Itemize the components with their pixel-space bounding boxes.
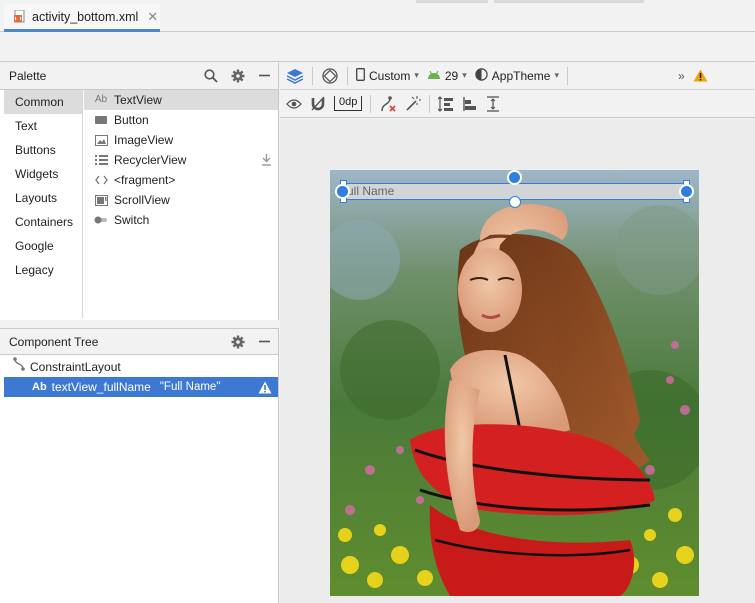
phone-icon bbox=[356, 67, 365, 84]
orientation-icon[interactable] bbox=[317, 65, 343, 87]
constraint-handle-bottom[interactable] bbox=[509, 196, 521, 208]
palette-item-label: Switch bbox=[114, 213, 150, 227]
tree-item-label: ConstraintLayout bbox=[30, 360, 121, 374]
background-photo bbox=[330, 170, 699, 596]
constraint-toolbar: 0dp bbox=[280, 90, 755, 118]
magnet-icon[interactable] bbox=[306, 93, 330, 115]
api-label: 29 bbox=[444, 68, 459, 83]
overflow-button[interactable]: » bbox=[674, 65, 689, 87]
constraint-handle-right[interactable] bbox=[679, 184, 694, 199]
textview-icon: Ab bbox=[32, 381, 47, 393]
palette-category-google[interactable]: Google bbox=[4, 234, 82, 258]
palette-item-label: <fragment> bbox=[114, 173, 176, 187]
palette-item-label: ScrollView bbox=[114, 193, 170, 207]
layers-icon[interactable] bbox=[282, 65, 308, 87]
dimension-label: 16 bbox=[608, 172, 620, 183]
palette-item-label: TextView bbox=[114, 93, 162, 107]
pack-icon[interactable] bbox=[434, 93, 458, 115]
toolbar-separator bbox=[567, 66, 568, 85]
palette-item-label: ImageView bbox=[114, 133, 174, 147]
design-toolbar: Custom ▾ 29 ▾ AppTheme ▾ » bbox=[280, 62, 755, 90]
palette-item-fragment[interactable]: <fragment> bbox=[84, 170, 278, 190]
constraint-layout-icon bbox=[12, 357, 26, 377]
toolbar-separator bbox=[429, 94, 431, 113]
component-tree-panel: ConstraintLayout Ab textView_fullName "F… bbox=[0, 355, 279, 603]
scrollview-icon bbox=[94, 194, 108, 206]
palette-item-scrollview[interactable]: ScrollView bbox=[84, 190, 278, 210]
device-label: Custom bbox=[369, 68, 411, 83]
minimize-icon[interactable] bbox=[257, 68, 272, 83]
switch-icon bbox=[94, 214, 108, 226]
palette-item-textview[interactable]: Ab TextView bbox=[84, 90, 278, 110]
constraint-handle-top[interactable] bbox=[507, 170, 522, 185]
clear-constraints-icon[interactable] bbox=[375, 93, 401, 115]
component-tree-header: Component Tree bbox=[0, 328, 279, 355]
theme-icon bbox=[475, 67, 488, 84]
image-icon bbox=[94, 134, 108, 146]
search-icon[interactable] bbox=[203, 68, 218, 83]
default-margin-field[interactable]: 0dp bbox=[330, 93, 366, 115]
palette-item-imageview[interactable]: ImageView bbox=[84, 130, 278, 150]
margin-value: 0dp bbox=[334, 96, 363, 111]
editor-mode-bar bbox=[0, 32, 755, 62]
tab-label: activity_bottom.xml bbox=[32, 9, 139, 24]
align-icon[interactable] bbox=[458, 93, 482, 115]
tree-item-textview-fullname[interactable]: Ab textView_fullName "Full Name" bbox=[4, 377, 278, 397]
toolbar-separator bbox=[312, 66, 313, 85]
xml-file-icon bbox=[14, 9, 27, 24]
palette-item-recyclerview[interactable]: RecyclerView bbox=[84, 150, 278, 170]
device-preview[interactable]: ull Name 16 bbox=[330, 170, 699, 596]
guidelines-icon[interactable] bbox=[482, 93, 504, 115]
chevron-down-icon: ▾ bbox=[462, 70, 467, 80]
constraint-handle-left[interactable] bbox=[335, 184, 350, 199]
chevron-down-icon: ▾ bbox=[414, 70, 419, 80]
toolbar-separator bbox=[370, 94, 372, 113]
palette-item-switch[interactable]: Switch bbox=[84, 210, 278, 230]
button-icon bbox=[94, 114, 108, 126]
design-canvas[interactable]: ull Name 16 bbox=[280, 119, 755, 603]
chevron-down-icon: ▾ bbox=[554, 70, 559, 80]
palette-title: Palette bbox=[9, 68, 47, 83]
minimize-icon[interactable] bbox=[257, 334, 272, 349]
palette-category-buttons[interactable]: Buttons bbox=[4, 138, 82, 162]
palette-category-text[interactable]: Text bbox=[4, 114, 82, 138]
tree-item-id: textView_fullName bbox=[51, 380, 151, 394]
warning-icon[interactable] bbox=[689, 65, 712, 87]
palette-panel: Common Text Buttons Widgets Layouts Cont… bbox=[0, 90, 279, 320]
api-level-dropdown[interactable]: 29 ▾ bbox=[423, 65, 471, 87]
toolbar-separator bbox=[347, 66, 348, 85]
tab-activity-bottom[interactable]: activity_bottom.xml ✕ bbox=[4, 4, 160, 32]
palette-category-legacy[interactable]: Legacy bbox=[4, 258, 82, 282]
palette-category-widgets[interactable]: Widgets bbox=[4, 162, 82, 186]
palette-category-layouts[interactable]: Layouts bbox=[4, 186, 82, 210]
android-icon bbox=[427, 69, 441, 83]
textview-icon: Ab bbox=[94, 94, 108, 105]
theme-label: AppTheme bbox=[491, 68, 551, 83]
palette-item-button[interactable]: Button bbox=[84, 110, 278, 130]
theme-dropdown[interactable]: AppTheme ▾ bbox=[471, 65, 563, 87]
palette-header: Palette bbox=[0, 62, 279, 90]
tree-item-constraintlayout[interactable]: ConstraintLayout bbox=[0, 357, 278, 377]
close-icon[interactable]: ✕ bbox=[147, 9, 158, 25]
code-icon bbox=[94, 174, 108, 186]
eye-icon[interactable] bbox=[282, 93, 306, 115]
palette-category-common[interactable]: Common bbox=[4, 90, 82, 114]
warning-icon[interactable] bbox=[258, 380, 272, 400]
palette-widget-list: Ab TextView Button ImageView RecyclerVie… bbox=[84, 90, 278, 230]
list-icon bbox=[94, 154, 108, 166]
magic-wand-icon[interactable] bbox=[401, 93, 425, 115]
tab-placeholder bbox=[416, 0, 488, 3]
device-dropdown[interactable]: Custom ▾ bbox=[352, 65, 423, 87]
palette-item-label: RecyclerView bbox=[114, 153, 187, 167]
gear-icon[interactable] bbox=[230, 334, 245, 349]
palette-item-label: Button bbox=[114, 113, 149, 127]
component-tree-title: Component Tree bbox=[9, 334, 99, 349]
tab-placeholder bbox=[494, 0, 644, 3]
palette-category-containers[interactable]: Containers bbox=[4, 210, 82, 234]
gear-icon[interactable] bbox=[230, 68, 245, 83]
palette-category-list: Common Text Buttons Widgets Layouts Cont… bbox=[4, 90, 83, 318]
editor-tab-bar: activity_bottom.xml ✕ bbox=[0, 0, 755, 32]
tree-item-value: "Full Name" bbox=[159, 381, 221, 393]
